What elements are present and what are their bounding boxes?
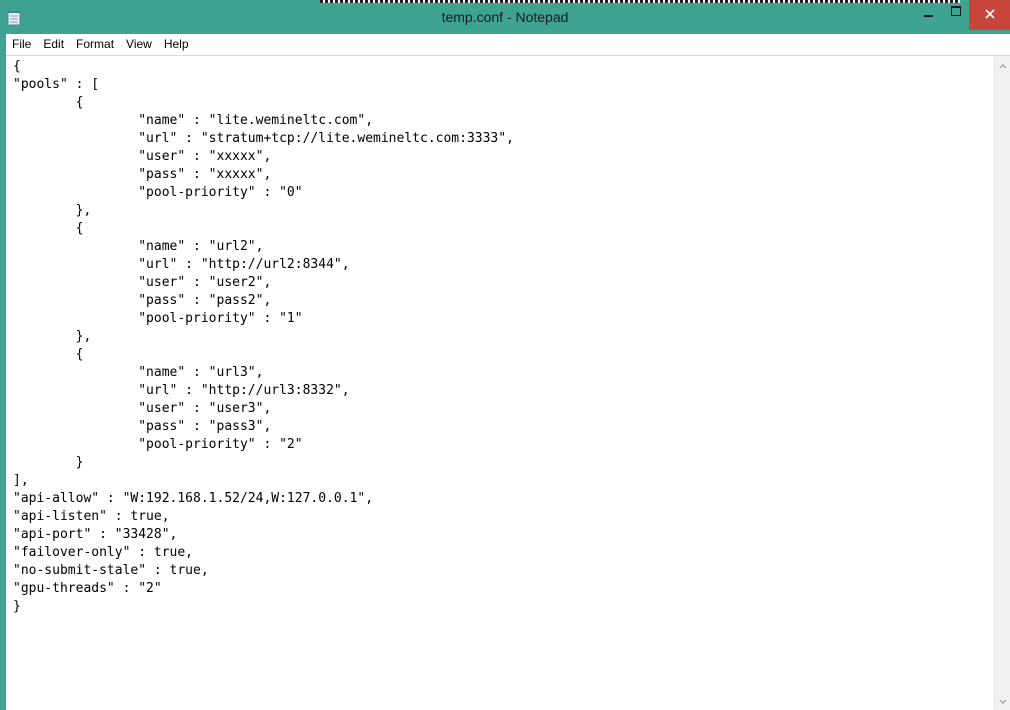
editor-text[interactable]: {"pools" : [ { "name" : "lite.wemineltc.… bbox=[13, 58, 514, 616]
editor-line[interactable]: "url" : "http://url3:8332", bbox=[13, 382, 514, 400]
editor-line[interactable]: "pass" : "pass3", bbox=[13, 418, 514, 436]
editor-line[interactable]: }, bbox=[13, 202, 514, 220]
chevron-up-icon bbox=[999, 64, 1007, 69]
menu-help[interactable]: Help bbox=[158, 34, 195, 55]
editor-line[interactable]: "pools" : [ bbox=[13, 76, 514, 94]
title-bar[interactable]: temp.conf - Notepad bbox=[0, 0, 1010, 34]
menu-format[interactable]: Format bbox=[70, 34, 120, 55]
editor-line[interactable]: "api-port" : "33428", bbox=[13, 526, 514, 544]
editor-line[interactable]: "pass" : "pass2", bbox=[13, 292, 514, 310]
editor-line[interactable]: "no-submit-stale" : true, bbox=[13, 562, 514, 580]
editor-line[interactable]: "user" : "user3", bbox=[13, 400, 514, 418]
editor-line[interactable]: } bbox=[13, 598, 514, 616]
maximize-icon bbox=[951, 6, 961, 16]
editor-line[interactable]: "pool-priority" : "2" bbox=[13, 436, 514, 454]
editor-line[interactable]: "name" : "url2", bbox=[13, 238, 514, 256]
window-title: temp.conf - Notepad bbox=[441, 9, 569, 25]
editor-line[interactable]: "user" : "xxxxx", bbox=[13, 148, 514, 166]
editor-line[interactable]: "api-listen" : true, bbox=[13, 508, 514, 526]
notepad-window: temp.conf - Notepad File Edit Format Vie… bbox=[0, 0, 1010, 710]
editor-line[interactable]: { bbox=[13, 346, 514, 364]
scroll-up-button[interactable] bbox=[995, 58, 1010, 74]
maximize-button[interactable] bbox=[943, 0, 969, 28]
minimize-icon bbox=[923, 15, 933, 17]
menu-edit[interactable]: Edit bbox=[37, 34, 70, 55]
editor-line[interactable]: { bbox=[13, 220, 514, 238]
editor-line[interactable]: "user" : "user2", bbox=[13, 274, 514, 292]
editor-line[interactable]: "failover-only" : true, bbox=[13, 544, 514, 562]
menu-file[interactable]: File bbox=[6, 34, 37, 55]
editor-line[interactable]: { bbox=[13, 94, 514, 112]
editor-line[interactable]: { bbox=[13, 58, 514, 76]
editor-line[interactable]: "url" : "http://url2:8344", bbox=[13, 256, 514, 274]
editor-line[interactable]: } bbox=[13, 454, 514, 472]
editor-line[interactable]: "pool-priority" : "1" bbox=[13, 310, 514, 328]
editor-line[interactable]: "name" : "lite.wemineltc.com", bbox=[13, 112, 514, 130]
close-button[interactable] bbox=[969, 0, 1010, 30]
editor-line[interactable]: "pool-priority" : "0" bbox=[13, 184, 514, 202]
menu-view[interactable]: View bbox=[120, 34, 158, 55]
scroll-down-button[interactable] bbox=[995, 694, 1010, 710]
text-editor-area[interactable]: {"pools" : [ { "name" : "lite.wemineltc.… bbox=[6, 56, 994, 710]
editor-line[interactable]: "url" : "stratum+tcp://lite.wemineltc.co… bbox=[13, 130, 514, 148]
editor-line[interactable]: ], bbox=[13, 472, 514, 490]
chevron-down-icon bbox=[999, 699, 1007, 704]
close-icon bbox=[984, 9, 995, 19]
editor-line[interactable]: "api-allow" : "W:192.168.1.52/24,W:127.0… bbox=[13, 490, 514, 508]
editor-line[interactable]: "name" : "url3", bbox=[13, 364, 514, 382]
taskbar-strip bbox=[320, 0, 960, 3]
editor-line[interactable]: "pass" : "xxxxx", bbox=[13, 166, 514, 184]
menu-bar: File Edit Format View Help bbox=[6, 34, 1010, 56]
editor-line[interactable]: }, bbox=[13, 328, 514, 346]
vertical-scrollbar[interactable] bbox=[994, 56, 1010, 710]
editor-line[interactable]: "gpu-threads" : "2" bbox=[13, 580, 514, 598]
